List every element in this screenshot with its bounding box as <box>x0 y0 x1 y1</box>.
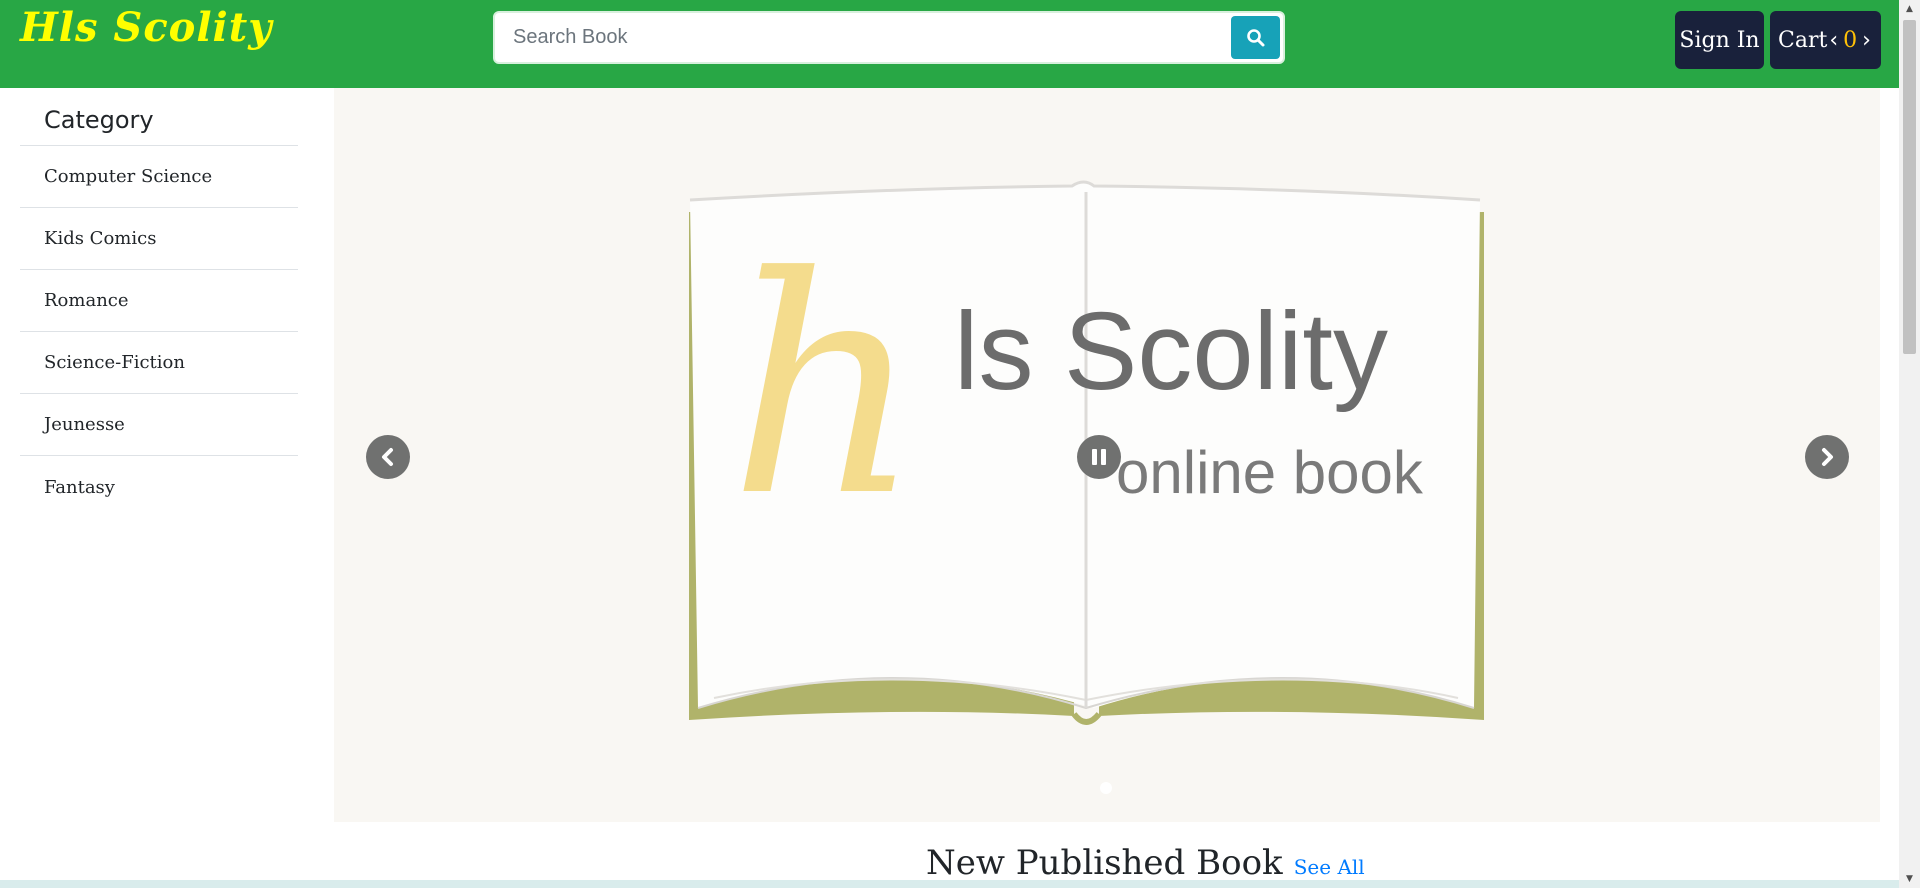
cart-label: Cart <box>1778 27 1828 53</box>
new-published-heading: New Published Book See All <box>926 843 1365 883</box>
pause-icon <box>1092 449 1106 465</box>
search-icon <box>1246 28 1264 46</box>
slide-logo-letter: h <box>729 213 923 562</box>
slide-logo-text: ls Scolity <box>954 290 1388 413</box>
search-input[interactable] <box>499 16 1221 59</box>
scrollbar-thumb[interactable] <box>1903 20 1916 354</box>
bottom-strip <box>0 880 1899 888</box>
scroll-down-icon[interactable]: ▼ <box>1899 870 1920 888</box>
category-item-romance[interactable]: Romance <box>20 270 298 332</box>
category-item-kids-comics[interactable]: Kids Comics <box>20 208 298 270</box>
see-all-link[interactable]: See All <box>1294 855 1365 879</box>
category-item-computer-science[interactable]: Computer Science <box>20 146 298 208</box>
carousel-indicator[interactable] <box>1100 782 1112 794</box>
sign-in-button[interactable]: Sign In <box>1675 11 1764 69</box>
cart-button[interactable]: Cart ‹ 0 › <box>1770 11 1881 69</box>
carousel-pause-button[interactable] <box>1077 435 1121 479</box>
cart-count-badge: 0 <box>1843 27 1858 53</box>
search-button[interactable] <box>1231 16 1280 59</box>
category-item-fantasy[interactable]: Fantasy <box>20 456 298 518</box>
category-item-jeunesse[interactable]: Jeunesse <box>20 394 298 456</box>
carousel-next-button[interactable] <box>1805 435 1849 479</box>
category-title: Category <box>20 88 298 146</box>
hero-carousel: h ls Scolity online book <box>334 88 1880 822</box>
sign-in-label: Sign In <box>1679 27 1760 53</box>
chevron-right-icon: › <box>1862 27 1871 53</box>
top-navbar: Hls Scolity Sign In Cart ‹ 0 › <box>0 0 1899 88</box>
scroll-up-icon[interactable]: ▲ <box>1899 0 1920 18</box>
search-form <box>493 11 1285 64</box>
category-sidebar: Category Computer Science Kids Comics Ro… <box>20 88 298 518</box>
slide-tagline: online book <box>1116 439 1423 506</box>
section-title: New Published Book <box>926 843 1283 883</box>
chevron-left-icon <box>382 448 393 466</box>
chevron-left-icon: ‹ <box>1829 27 1839 53</box>
brand-logo[interactable]: Hls Scolity <box>20 4 272 51</box>
chevron-right-icon <box>1822 448 1833 466</box>
page-scrollbar[interactable]: ▲ ▼ <box>1899 0 1920 888</box>
carousel-prev-button[interactable] <box>366 435 410 479</box>
category-item-science-fiction[interactable]: Science-Fiction <box>20 332 298 394</box>
